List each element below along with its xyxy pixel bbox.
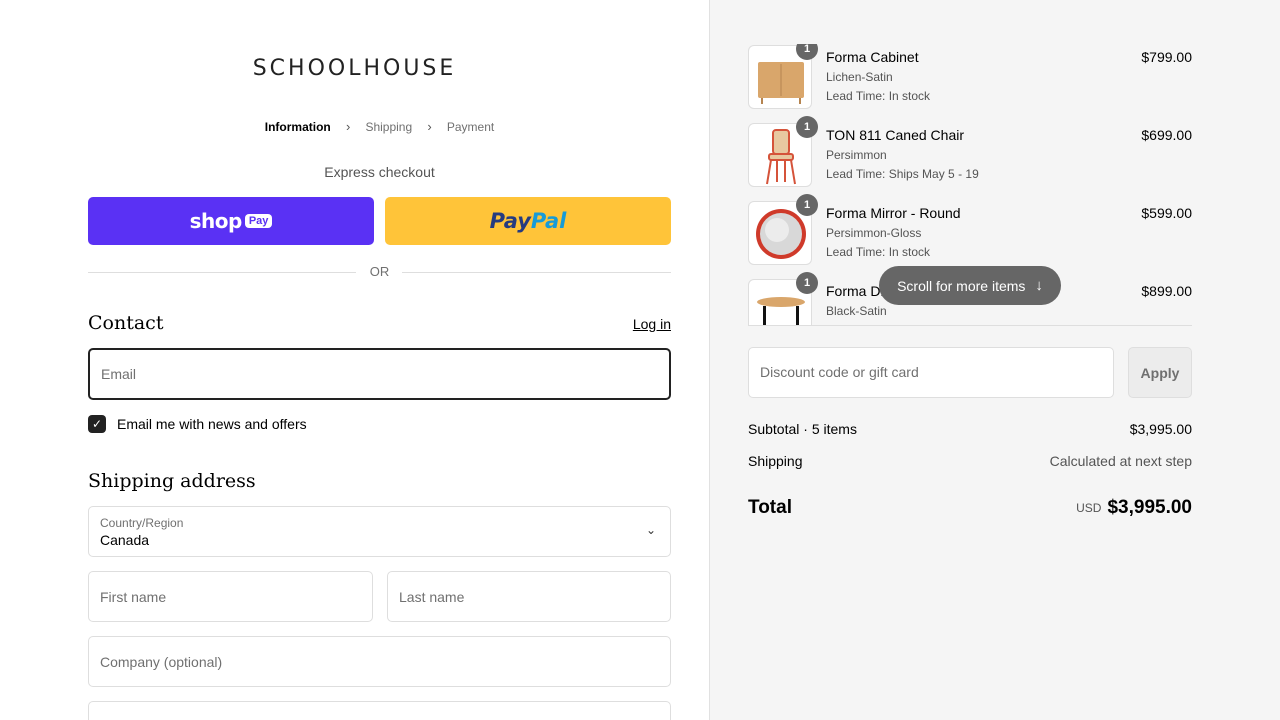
scroll-hint-label: Scroll for more items — [897, 277, 1026, 294]
divider-line — [402, 272, 671, 273]
shipping-address-heading: Shipping address — [88, 470, 256, 492]
last-name-field[interactable]: Last name — [387, 571, 671, 622]
apply-button[interactable]: Apply — [1128, 347, 1192, 398]
shop-pay-badge: Pay — [244, 214, 273, 228]
item-price: $699.00 — [1141, 127, 1192, 143]
quantity-badge: 1 — [796, 44, 818, 60]
first-name-field[interactable]: First name — [88, 571, 373, 622]
brand-logo[interactable]: SCHOOLHOUSE — [0, 56, 709, 81]
item-price: $599.00 — [1141, 205, 1192, 221]
item-price: $899.00 — [1141, 283, 1192, 299]
total-label: Total — [748, 497, 792, 518]
company-placeholder: Company (optional) — [100, 653, 223, 670]
breadcrumb: Information › Shipping › Payment — [0, 119, 759, 134]
quantity-badge: 1 — [796, 116, 818, 138]
item-variant: Black-Satin — [826, 304, 887, 318]
quantity-badge: 1 — [796, 194, 818, 216]
item-variant: Lichen-Satin — [826, 70, 893, 84]
country-select[interactable]: Country/Region Canada ⌄ — [88, 506, 671, 557]
email-field[interactable]: Email — [88, 348, 671, 400]
item-lead-time: Lead Time: In stock — [826, 89, 931, 103]
discount-code-input[interactable]: Discount code or gift card — [748, 347, 1114, 398]
discount-placeholder: Discount code or gift card — [760, 364, 919, 380]
address-field[interactable] — [88, 701, 671, 720]
company-field[interactable]: Company (optional) — [88, 636, 671, 687]
paypal-logo-pay: Pay — [489, 209, 531, 233]
contact-heading: Contact — [88, 312, 164, 334]
paypal-logo-pal: Pal — [530, 209, 567, 233]
country-value: Canada — [100, 532, 150, 548]
news-checkbox-label: Email me with news and offers — [117, 416, 307, 432]
subtotal-label: Subtotal · 5 items — [748, 421, 857, 437]
first-name-placeholder: First name — [100, 588, 167, 605]
cart-item: 1 Forma Cabinet Lichen-Satin Lead Time: … — [748, 44, 1192, 109]
cart-item: 1 Forma Mirror - Round Persimmon-Gloss L… — [748, 194, 1192, 265]
item-name: TON 811 Caned Chair — [826, 127, 964, 143]
item-name: Forma Mirror - Round — [826, 205, 961, 221]
shipping-label: Shipping — [748, 453, 803, 469]
total-amount: USD $3,995.00 — [1076, 497, 1192, 519]
item-lead-time: Lead Time: In stock — [826, 245, 931, 259]
or-divider: OR — [88, 264, 671, 280]
item-variant: Persimmon-Gloss — [826, 226, 922, 240]
subtotal-value: $3,995.00 — [1129, 421, 1192, 437]
item-name: Forma Cabinet — [826, 49, 919, 65]
order-summary: 1 Forma Cabinet Lichen-Satin Lead Time: … — [709, 0, 1280, 720]
last-name-placeholder: Last name — [399, 588, 465, 605]
news-offers-option[interactable]: ✓ Email me with news and offers — [88, 415, 307, 433]
shop-pay-logo-text: shop — [189, 209, 243, 233]
email-placeholder: Email — [101, 366, 137, 382]
express-checkout-label: Express checkout — [324, 164, 435, 180]
breadcrumb-information: Information — [264, 119, 331, 134]
item-lead-time: Lead Time: Ships May 5 - 19 — [826, 167, 979, 181]
country-label: Country/Region — [100, 516, 184, 530]
currency-code: USD — [1076, 501, 1102, 515]
checkout-main: SCHOOLHOUSE Information › Shipping › Pay… — [0, 0, 709, 720]
news-checkbox[interactable]: ✓ — [88, 415, 106, 433]
shop-pay-button[interactable]: shop Pay — [88, 197, 374, 245]
arrow-down-icon: ↓ — [1035, 277, 1043, 294]
scroll-more-items-button[interactable]: Scroll for more items ↓ — [879, 266, 1061, 305]
item-name: Forma Di — [826, 283, 884, 299]
login-link[interactable]: Log in — [633, 316, 671, 332]
shipping-value: Calculated at next step — [1049, 453, 1192, 469]
breadcrumb-shipping: Shipping — [365, 119, 413, 134]
chevron-right-icon: › — [427, 119, 432, 135]
cart-item: 1 TON 811 Caned Chair Persimmon Lead Tim… — [748, 116, 1192, 187]
chevron-right-icon: › — [345, 119, 351, 135]
checkmark-icon: ✓ — [91, 417, 103, 431]
chevron-down-icon: ⌄ — [645, 523, 656, 537]
item-price: $799.00 — [1141, 49, 1192, 65]
quantity-badge: 1 — [796, 272, 818, 294]
breadcrumb-payment: Payment — [446, 119, 495, 134]
item-variant: Persimmon — [826, 148, 887, 162]
paypal-button[interactable]: Pay Pal — [385, 197, 671, 245]
total-value: $3,995.00 — [1107, 497, 1192, 518]
